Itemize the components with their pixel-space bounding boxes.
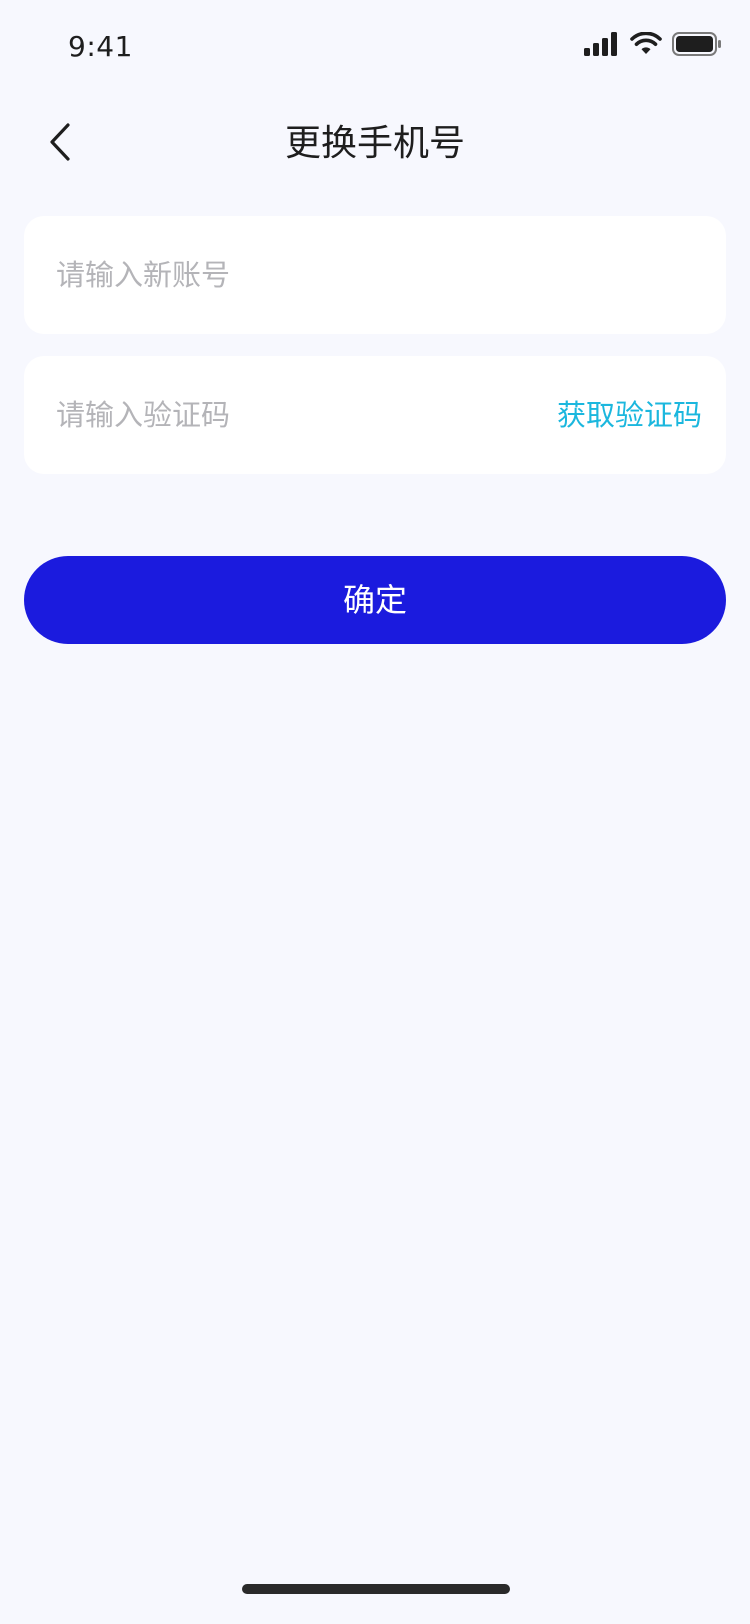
- new-account-input[interactable]: [56, 216, 696, 334]
- status-bar: 9:41: [0, 0, 750, 96]
- status-icons: [584, 30, 722, 62]
- confirm-button[interactable]: 确定: [24, 556, 726, 644]
- battery-icon: [672, 32, 722, 60]
- header: 更换手机号: [0, 96, 750, 192]
- get-code-button[interactable]: 获取验证码: [557, 356, 702, 474]
- status-time: 9:41: [68, 30, 133, 63]
- home-indicator: [242, 1584, 510, 1594]
- verification-code-input[interactable]: [56, 356, 516, 474]
- back-button[interactable]: [24, 108, 96, 180]
- verification-code-card: 获取验证码: [24, 356, 726, 474]
- page-title: 更换手机号: [284, 123, 465, 164]
- wifi-icon: [630, 31, 662, 60]
- signal-icon: [584, 32, 620, 60]
- chevron-left-icon: [46, 122, 74, 166]
- new-account-card: [24, 216, 726, 334]
